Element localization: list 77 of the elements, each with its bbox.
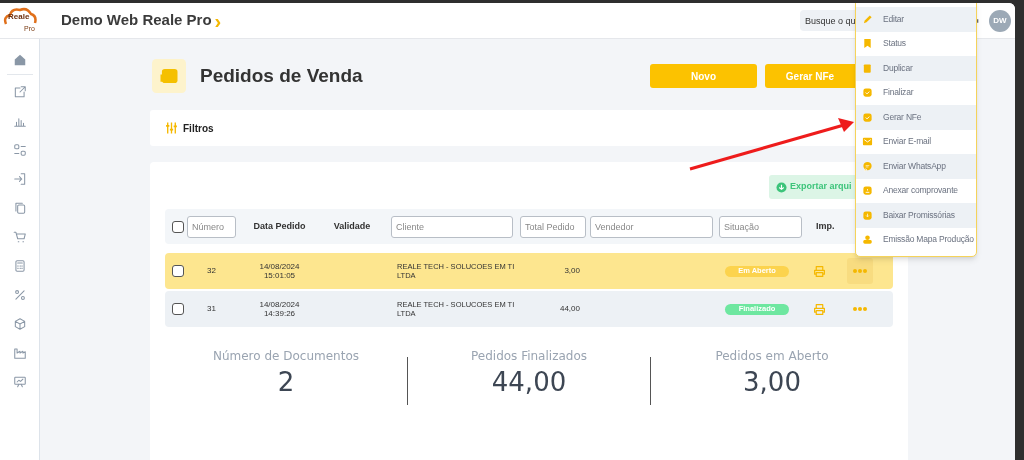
menu-item-label: Enviar WhatsApp <box>883 159 946 173</box>
filter-field[interactable]: Total Pedido <box>520 215 586 238</box>
copy-icon <box>862 62 873 74</box>
sliders-icon <box>165 121 178 135</box>
filters-bar[interactable]: Filtros <box>150 110 855 146</box>
check-icon <box>862 87 873 99</box>
printer-icon <box>813 302 826 316</box>
menu-item[interactable]: Editar <box>856 7 976 32</box>
user-avatar[interactable]: DW <box>989 9 1011 32</box>
printer-icon <box>813 264 826 278</box>
filter-field[interactable]: Cliente <box>391 215 513 238</box>
stat-label: Pedidos Finalizados <box>471 348 587 365</box>
checkbox[interactable] <box>172 265 184 277</box>
menu-item[interactable]: Status <box>856 31 976 56</box>
filter-field[interactable]: Situação <box>719 215 802 238</box>
menu-item[interactable]: Baixar Promissórias <box>856 203 976 228</box>
filters-label: Filtros <box>183 121 214 136</box>
factory-icon[interactable] <box>12 345 27 360</box>
menu-item-label: Status <box>883 37 906 51</box>
menu-item-label: Editar <box>883 12 904 26</box>
menu-item-label: Baixar Promissórias <box>883 208 955 222</box>
menu-item[interactable]: Enviar E-mail <box>856 129 976 154</box>
search-field[interactable]: Busque o qu <box>800 10 857 31</box>
download-icon <box>862 209 873 221</box>
column-header: Data Pedido <box>252 219 307 233</box>
menu-item-label: Gerar NFe <box>883 110 922 124</box>
share-icon[interactable] <box>12 84 27 99</box>
stat-label: Número de Documentos <box>212 348 360 365</box>
time-text: 14:39:26 <box>263 309 296 318</box>
menu-item[interactable]: Finalizar <box>856 80 976 105</box>
calculator-icon[interactable] <box>12 258 27 273</box>
table-cell-text: 32 <box>206 265 217 277</box>
checkbox[interactable] <box>172 220 184 233</box>
download-icon <box>776 181 787 193</box>
stat-label: Pedidos em Aberto <box>715 348 829 365</box>
cart-icon[interactable] <box>12 229 27 244</box>
app-title: Demo Web Reale Pro <box>61 10 212 31</box>
login-icon[interactable] <box>12 171 27 186</box>
time-text: 15:01:05 <box>263 271 296 280</box>
table-cell-text: 3,00 <box>563 265 580 277</box>
menu-item-label: Finalizar <box>883 86 914 100</box>
menu-item-label: Enviar E-mail <box>883 135 931 149</box>
check-icon <box>862 111 873 123</box>
percent-icon[interactable] <box>12 287 27 302</box>
date-text: 14/08/2024 <box>259 300 300 309</box>
column-header: Validade <box>332 219 372 233</box>
menu-item-label: Emissão Mapa Produção <box>883 233 974 247</box>
home-icon[interactable] <box>12 53 27 67</box>
chat-icon <box>862 160 873 172</box>
menu-item[interactable]: Anexar comprovante <box>856 178 976 203</box>
stat-value: 3,00 <box>743 366 801 399</box>
wallet-icon <box>152 59 186 93</box>
filter-field[interactable]: Vendedor <box>590 215 713 238</box>
copy-icon[interactable] <box>12 200 27 215</box>
table-cell-text: 31 <box>206 303 217 315</box>
date-text: 14/08/2024 <box>259 262 300 271</box>
menu-item[interactable]: Enviar WhatsApp <box>856 154 976 179</box>
stamp-icon <box>862 234 873 246</box>
more-horizontal-icon <box>853 307 867 311</box>
menu-item-label: Duplicar <box>883 61 913 75</box>
page-title: Pedidos de Venda <box>200 63 363 88</box>
menu-item-label: Anexar comprovante <box>883 184 958 198</box>
menu-item[interactable]: Emissão Mapa Produção <box>856 227 976 252</box>
mail-icon <box>862 136 873 148</box>
checkbox[interactable] <box>172 303 184 315</box>
table-cell-text: 44,00 <box>558 303 580 315</box>
stat-value: 2 <box>277 366 295 399</box>
menu-item[interactable]: Duplicar <box>856 56 976 81</box>
column-header: Imp. <box>816 219 836 233</box>
presentation-icon[interactable] <box>12 374 27 389</box>
bookmark-icon <box>862 38 873 50</box>
box-icon[interactable] <box>12 316 27 331</box>
stat-value: 44,00 <box>491 366 567 399</box>
filter-field[interactable]: Número <box>187 215 236 238</box>
more-horizontal-icon <box>853 269 867 273</box>
pencil-icon <box>862 13 873 25</box>
menu-item[interactable]: Gerar NFe <box>856 105 976 130</box>
